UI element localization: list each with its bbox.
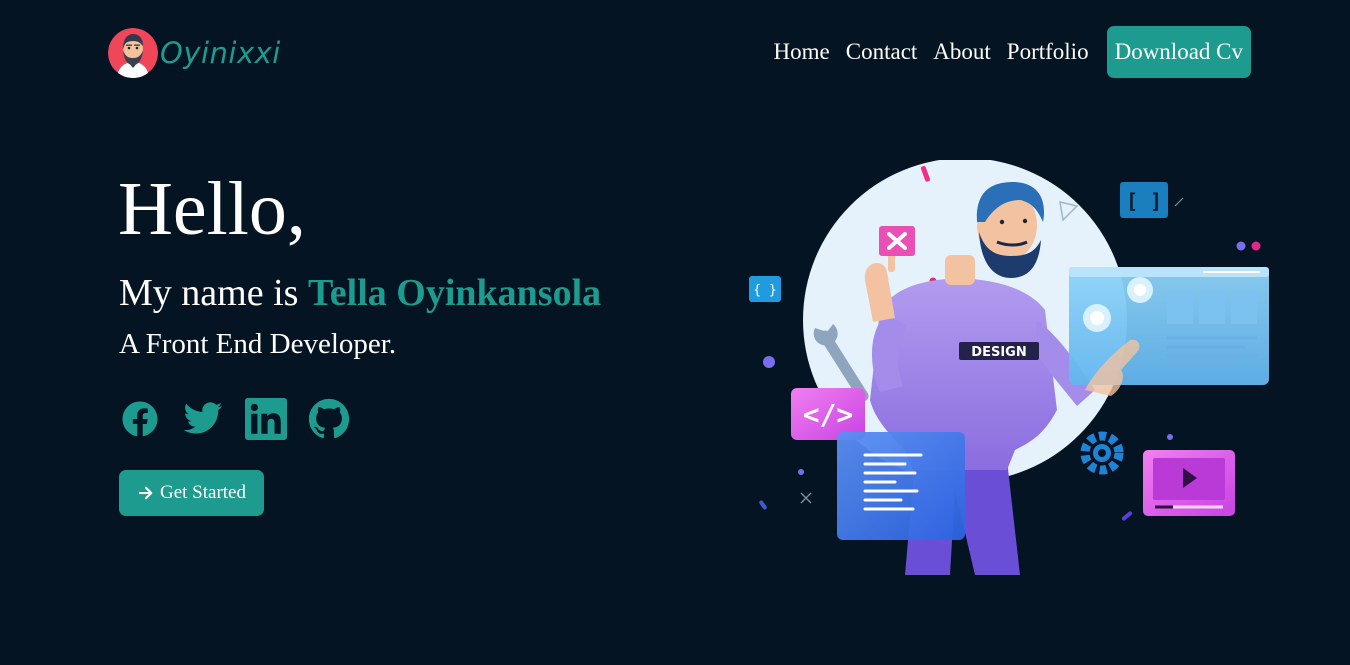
- twitter-icon[interactable]: [182, 398, 224, 440]
- arrow-right-icon: [138, 486, 153, 500]
- main-menu: Home Contact About Portfolio Download Cv: [774, 26, 1251, 78]
- hero-greeting: Hello,: [118, 167, 306, 251]
- get-started-label: Get Started: [159, 482, 246, 503]
- svg-text:{ }: { }: [753, 283, 776, 298]
- brand-logo[interactable]: Oyinixxi: [108, 28, 281, 78]
- hero-name-line: My name is Tella Oyinkansola: [119, 270, 601, 316]
- facebook-icon[interactable]: [119, 398, 161, 440]
- avatar-icon: [108, 28, 158, 78]
- nav-link-about[interactable]: About: [933, 39, 991, 65]
- name-prefix: My name is: [119, 272, 308, 314]
- svg-text:[ ]: [ ]: [1126, 189, 1162, 213]
- shirt-text: DESIGN: [971, 345, 1026, 360]
- brand-name: Oyinixxi: [160, 36, 281, 70]
- code-badge-text: </>: [803, 398, 854, 431]
- hero-role: A Front End Developer.: [119, 328, 397, 360]
- nav-link-portfolio[interactable]: Portfolio: [1007, 39, 1089, 65]
- get-started-button[interactable]: Get Started: [119, 470, 264, 516]
- linkedin-icon[interactable]: [245, 398, 287, 440]
- hero-name: Tella Oyinkansola: [307, 272, 602, 314]
- navbar: Oyinixxi Home Contact About Portfolio Do…: [0, 0, 1350, 105]
- nav-link-contact[interactable]: Contact: [846, 39, 918, 65]
- social-links: [119, 398, 371, 440]
- download-cv-button[interactable]: Download Cv: [1106, 26, 1251, 78]
- developer-illustration: [ ] { } DESIGN </>: [745, 160, 1275, 575]
- nav-link-home[interactable]: Home: [774, 39, 830, 65]
- github-icon[interactable]: [308, 398, 350, 440]
